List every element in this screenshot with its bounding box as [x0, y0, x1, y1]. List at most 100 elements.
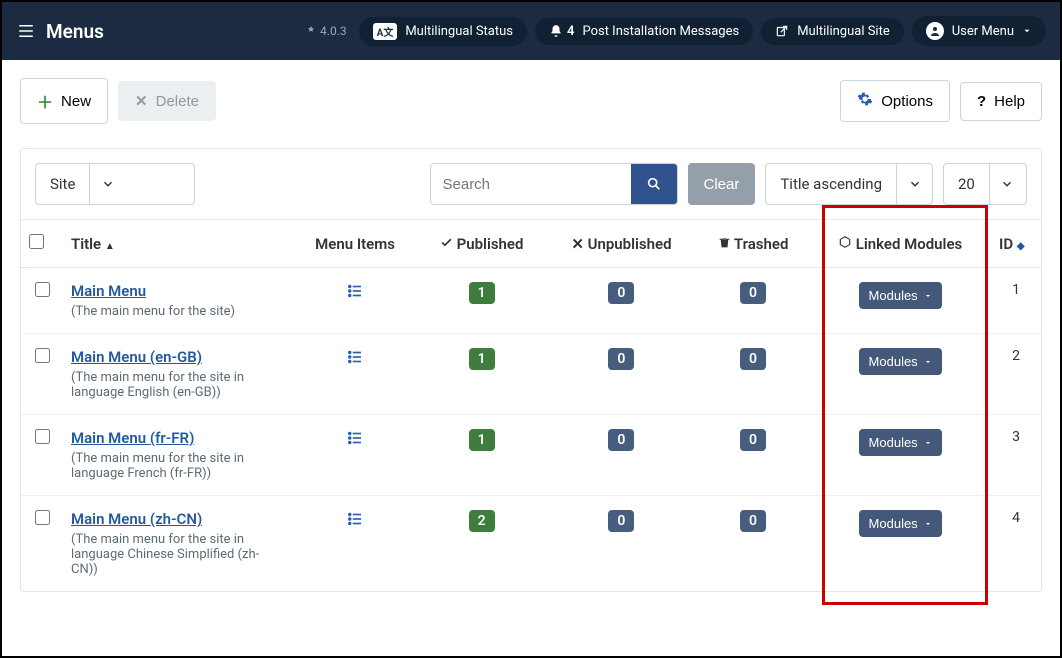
col-published-label: Published [457, 235, 524, 253]
row-id: 1 [991, 268, 1041, 334]
col-linked-modules: Linked Modules [809, 220, 991, 268]
options-button-label: Options [881, 93, 933, 110]
table-row: Main Menu (The main menu for the site) 1… [21, 268, 1041, 334]
unpublished-count: 0 [608, 429, 634, 451]
top-navbar: Menus 4.0.3 A文 Multilingual Status 4 Pos… [2, 2, 1060, 60]
menu-description: (The main menu for the site in language … [71, 532, 285, 577]
close-icon: ✕ [135, 92, 148, 110]
row-checkbox[interactable] [35, 282, 50, 297]
trashed-count: 0 [740, 429, 766, 451]
language-badge-icon: A文 [373, 23, 398, 40]
col-published: Published [417, 220, 546, 268]
page-title: Menus [46, 20, 104, 43]
modules-dropdown-button[interactable]: Modules [859, 510, 942, 537]
modules-dropdown-button[interactable]: Modules [859, 348, 942, 375]
menu-title-link[interactable]: Main Menu (zh-CN) [71, 510, 202, 528]
question-icon: ? [977, 93, 986, 110]
col-title[interactable]: Title ▲ [63, 220, 293, 268]
new-button-label: New [61, 93, 91, 110]
modules-button-label: Modules [869, 288, 918, 303]
delete-button-label: Delete [156, 93, 199, 110]
chevron-down-icon [896, 164, 932, 204]
help-button[interactable]: ? Help [960, 82, 1042, 121]
sort-select-label: Title ascending [766, 164, 896, 204]
menu-description: (The main menu for the site in language … [71, 451, 285, 481]
row-checkbox[interactable] [35, 429, 50, 444]
modules-dropdown-button[interactable]: Modules [859, 429, 942, 456]
menu-items-icon[interactable] [346, 435, 364, 451]
row-checkbox[interactable] [35, 510, 50, 525]
options-button[interactable]: Options [840, 80, 950, 122]
menu-items-icon[interactable] [346, 288, 364, 304]
col-id[interactable]: ID ◆ [991, 220, 1041, 268]
search-input[interactable] [431, 164, 631, 204]
multilingual-status-button[interactable]: A文 Multilingual Status [359, 17, 527, 46]
col-title-label: Title [71, 235, 101, 253]
menu-toggle-icon[interactable] [16, 22, 36, 40]
multilingual-site-button[interactable]: Multilingual Site [761, 18, 904, 45]
new-button[interactable]: ＋ New [20, 78, 108, 124]
client-select[interactable]: Site [35, 163, 195, 205]
row-id: 4 [991, 496, 1041, 592]
unpublished-count: 0 [608, 510, 634, 532]
user-menu-label: User Menu [952, 24, 1014, 39]
row-id: 2 [991, 334, 1041, 415]
toolbar: ＋ New ✕ Delete Options ? Help [20, 78, 1042, 124]
gear-icon [857, 91, 873, 111]
plus-icon: ＋ [37, 89, 53, 113]
trash-icon [718, 236, 731, 249]
published-count: 1 [469, 348, 495, 370]
modules-dropdown-button[interactable]: Modules [859, 282, 942, 309]
menu-title-link[interactable]: Main Menu (fr-FR) [71, 429, 194, 447]
menu-items-icon[interactable] [346, 354, 364, 370]
select-all-checkbox[interactable] [29, 234, 44, 249]
external-link-icon [775, 24, 789, 38]
menu-items-icon[interactable] [346, 516, 364, 532]
limit-select[interactable]: 20 [943, 163, 1027, 205]
col-linked-modules-label: Linked Modules [856, 235, 963, 253]
menu-title-link[interactable]: Main Menu [71, 282, 146, 300]
delete-button[interactable]: ✕ Delete [118, 81, 216, 121]
post-install-label: Post Installation Messages [582, 24, 739, 39]
post-install-messages-button[interactable]: 4 Post Installation Messages [535, 18, 753, 45]
user-menu-button[interactable]: User Menu [912, 16, 1046, 46]
post-install-count: 4 [567, 24, 574, 39]
modules-button-label: Modules [869, 354, 918, 369]
row-id: 3 [991, 415, 1041, 496]
sort-select[interactable]: Title ascending [765, 163, 933, 205]
row-checkbox[interactable] [35, 348, 50, 363]
col-trashed-label: Trashed [734, 235, 789, 253]
help-button-label: Help [994, 93, 1025, 110]
sort-icon: ◆ [1017, 241, 1025, 252]
search-icon [646, 176, 662, 192]
trashed-count: 0 [740, 348, 766, 370]
col-unpublished-label: Unpublished [588, 235, 672, 253]
menu-description: (The main menu for the site in language … [71, 370, 285, 400]
col-id-label: ID [999, 235, 1013, 253]
multilingual-status-label: Multilingual Status [405, 24, 513, 39]
close-icon: ✕ [571, 235, 584, 253]
search-button[interactable] [631, 164, 677, 204]
col-trashed: Trashed [697, 220, 810, 268]
modules-button-label: Modules [869, 435, 918, 450]
unpublished-count: 0 [608, 348, 634, 370]
chevron-down-icon [89, 164, 125, 204]
chevron-down-icon [1022, 26, 1032, 36]
limit-select-label: 20 [944, 164, 989, 204]
chevron-down-icon [924, 439, 932, 447]
chevron-down-icon [924, 520, 932, 528]
published-count: 1 [469, 429, 495, 451]
joomla-version: 4.0.3 [305, 24, 347, 38]
content-panel: Site Clear Title ascending [20, 148, 1042, 592]
trashed-count: 0 [740, 510, 766, 532]
chevron-down-icon [924, 292, 932, 300]
col-unpublished: ✕ Unpublished [546, 220, 697, 268]
table-row: Main Menu (fr-FR) (The main menu for the… [21, 415, 1041, 496]
clear-button[interactable]: Clear [688, 163, 756, 205]
col-menu-items: Menu Items [293, 220, 417, 268]
chevron-down-icon [989, 164, 1025, 204]
cube-icon [838, 235, 852, 249]
menu-title-link[interactable]: Main Menu (en-GB) [71, 348, 202, 366]
modules-button-label: Modules [869, 516, 918, 531]
filters-row: Site Clear Title ascending [21, 149, 1041, 220]
